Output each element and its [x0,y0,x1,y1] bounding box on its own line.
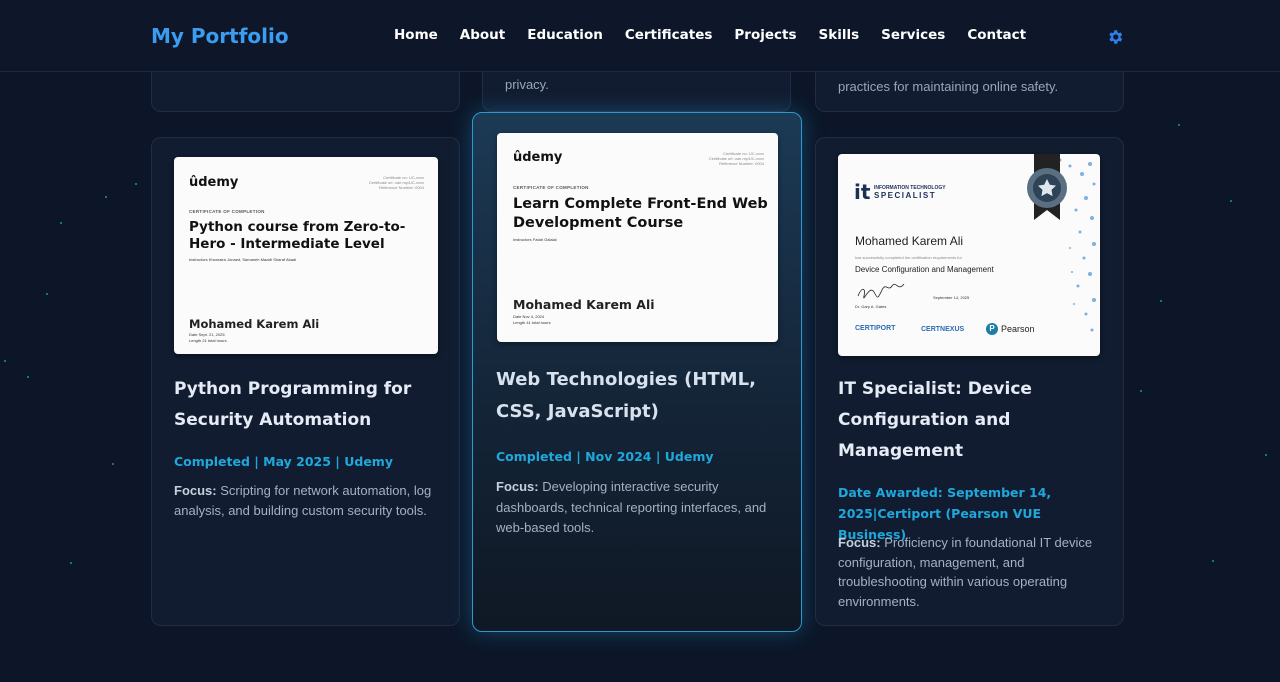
cert-length: Length 41 total hours [513,320,551,325]
pearson-logo: P Pearson [986,323,1035,335]
nav-link-about[interactable]: About [460,27,505,43]
cert-recipient-name: Mohamed Karem Ali [513,297,655,312]
cert-label: CERTIFICATE OF COMPLETION [513,185,589,190]
nav-link-skills[interactable]: Skills [819,27,860,43]
card-description: Focus: Scripting for network automation,… [174,481,442,520]
cert-recipient-name: Mohamed Karem Ali [855,234,964,248]
focus-label: Focus: [496,479,539,494]
cert-course-title: Device Configuration and Management [855,265,994,274]
card-meta: Completed | Nov 2024 | Udemy [496,449,714,464]
card-title: Web Technologies (HTML, CSS, JavaScript) [496,369,756,422]
pearson-label: Pearson [1001,324,1035,334]
certificate-image: ûdemy Certificate no: UC-xxxx Certificate… [174,157,438,354]
certificate-card[interactable]: it INFORMATION TECHNOLOGY SPECIALIST Moh… [815,137,1124,626]
cert-date: September 14, 2025 [933,295,970,300]
previous-card-text: practices for maintaining online safety. [838,79,1059,94]
it-logo-bottom: SPECIALIST [874,191,937,200]
cert-length: Length 21 total hours [189,338,227,343]
nav-link-certificates[interactable]: Certificates [625,27,713,43]
card-description: Focus: Proficiency in foundational IT de… [838,533,1103,611]
udemy-logo: ûdemy [513,150,563,165]
pearson-icon: P [986,323,998,335]
it-logo: it [854,180,871,204]
focus-label: Focus: [838,535,881,550]
nav-link-education[interactable]: Education [527,27,603,43]
cert-recipient-name: Mohamed Karem Ali [189,317,320,331]
nav-link-services[interactable]: Services [881,27,945,43]
cert-fineprint: Certificate no: UC-xxxx Certificate url: … [708,151,764,166]
cert-date: Date Nov 4, 2024 [513,314,545,319]
cert-fineprint: Certificate no: UC-xxxx Certificate url: … [368,175,424,190]
cert-course-title: Python course from Zero-to-Hero - Interm… [189,219,406,252]
previous-card-text: privacy. [505,77,549,92]
certificate-image: ûdemy Certificate no: UC-xxxx Certificate… [497,133,778,342]
card-title: IT Specialist: Device Configuration and … [838,379,1032,461]
badge-seal-icon [1027,154,1067,220]
signature-icon [857,283,905,299]
cert-instructors: Instructors Fatah Galalai [513,237,557,242]
card-description: Focus: Developing interactive security d… [496,477,774,539]
certificate-card-featured[interactable]: ûdemy Certificate no: UC-xxxx Certificate… [472,112,802,632]
cert-instructors: Instructors Khomaira Jonaed, Samaneh Maz… [189,257,297,262]
nav-link-contact[interactable]: Contact [967,27,1026,43]
theme-toggle-button[interactable] [1106,28,1124,46]
cert-date: Date Sept. 21, 2025 [189,332,225,337]
certificate-image: it INFORMATION TECHNOLOGY SPECIALIST Moh… [838,154,1100,356]
card-title: Python Programming for Security Automati… [174,379,412,430]
certnexus-logo: CERTNEXUS [921,326,965,333]
brand-logo[interactable]: My Portfolio [151,24,289,48]
nav-link-home[interactable]: Home [394,27,438,43]
udemy-logo: ûdemy [189,175,239,190]
certificate-card[interactable]: ûdemy Certificate no: UC-xxxx Certificate… [151,137,460,626]
card-meta: Completed | May 2025 | Udemy [174,454,393,469]
cert-label: CERTIFICATE OF COMPLETION [189,209,265,214]
nav-link-projects[interactable]: Projects [734,27,796,43]
focus-label: Focus: [174,483,217,498]
gear-icon [1109,30,1123,44]
cert-course-title: Learn Complete Front-End Web Development… [513,196,768,231]
cert-achievement: has successfully completed the certifica… [855,255,962,260]
cert-signer: Dr. Gary A. Gates [855,304,887,309]
certiport-logo: CERTIPORT [855,325,896,332]
nav-links: Home About Education Certificates Projec… [394,27,1026,43]
navbar: My Portfolio Home About Education Certif… [0,0,1280,72]
